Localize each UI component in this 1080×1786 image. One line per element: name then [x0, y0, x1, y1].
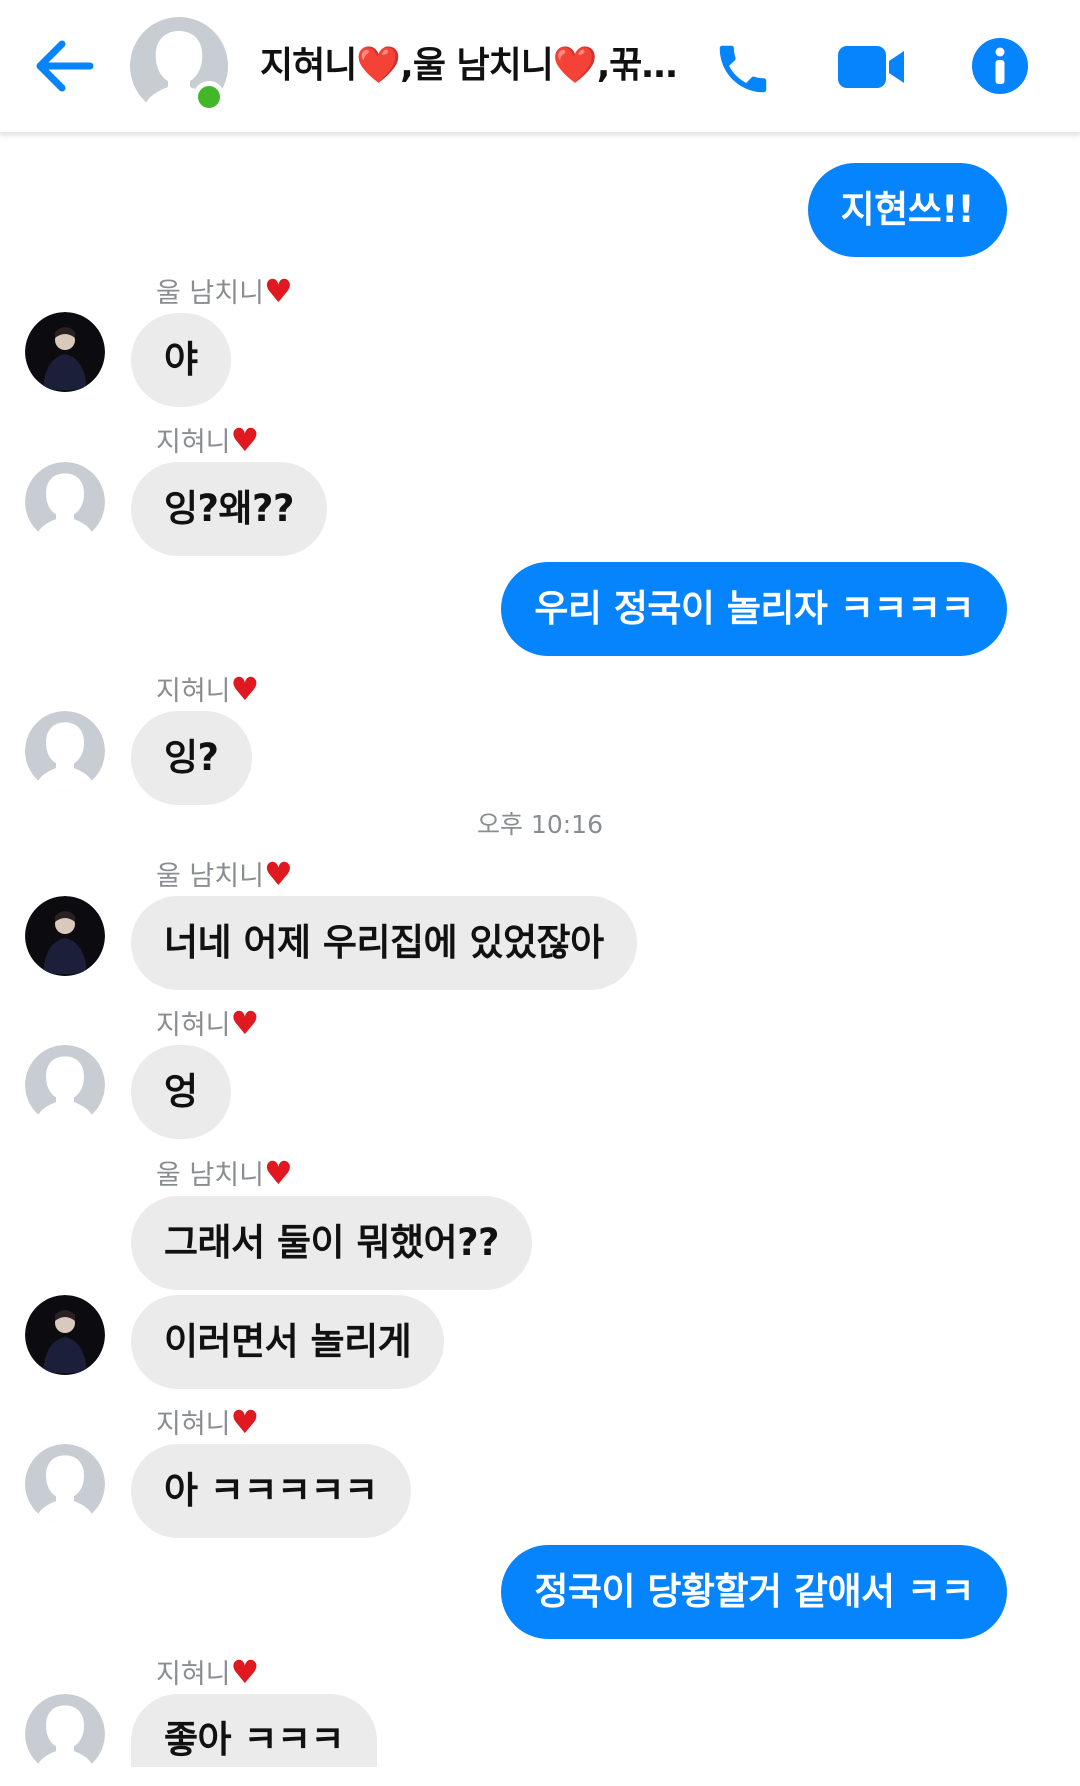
member-avatar[interactable] [25, 1045, 105, 1125]
member-photo-avatar-icon [25, 1295, 105, 1375]
incoming-message[interactable]: 너네 어제 우리집에 있었잖아 [131, 896, 637, 990]
heart-emoji-icon: ♥ [263, 1154, 293, 1192]
incoming-message[interactable]: 그래서 둘이 뭐했어?? [131, 1196, 533, 1290]
heart-emoji-icon: ♥ [263, 855, 293, 893]
member-avatar[interactable] [25, 1295, 105, 1375]
conversation-header: 지혀니❤️,울 남치니❤️,꾺… [0, 0, 1080, 133]
outgoing-message[interactable]: 우리 정국이 놀리자 ㅋㅋㅋㅋ [501, 562, 1007, 656]
chat-title[interactable]: 지혀니❤️,울 남치니❤️,꾺… [260, 40, 680, 92]
sender-name-text: 지혀니 [156, 1659, 231, 1690]
outgoing-message[interactable]: 정국이 당황할거 같애서 ㅋㅋ [501, 1545, 1007, 1639]
member-avatar[interactable] [25, 462, 105, 542]
default-avatar-icon [25, 1694, 105, 1774]
heart-emoji-icon: ♥ [230, 670, 260, 708]
heart-emoji-icon: ♥ [230, 421, 260, 459]
video-call-button[interactable] [836, 44, 906, 90]
outgoing-message[interactable]: 지현쓰!! [807, 163, 1007, 257]
member-avatar[interactable] [25, 896, 105, 976]
sender-name-text: 지혀니 [156, 1409, 231, 1440]
incoming-message[interactable]: 아 ㅋㅋㅋㅋㅋ [131, 1444, 411, 1538]
sender-name-text: 지혀니 [156, 676, 231, 707]
message-timestamp: 오후 10:16 [477, 810, 603, 839]
default-avatar-icon [25, 1444, 105, 1524]
phone-icon [719, 45, 767, 93]
back-arrow-icon [36, 40, 94, 92]
sender-name: 울 남치니♥ [156, 857, 293, 894]
member-photo-avatar-icon [25, 896, 105, 976]
default-avatar-icon [25, 1045, 105, 1125]
heart-emoji-icon: ♥ [230, 1004, 260, 1042]
sender-name: 지혀니♥ [156, 1655, 259, 1692]
sender-name-text: 울 남치니 [156, 278, 264, 309]
sender-name-text: 지혀니 [156, 1010, 231, 1041]
sender-name: 지혀니♥ [156, 672, 259, 709]
heart-emoji-icon: ♥ [230, 1653, 260, 1691]
voice-call-button[interactable] [712, 38, 774, 100]
default-avatar-icon [25, 711, 105, 791]
incoming-message[interactable]: 좋아 ㅋㅋㅋ [131, 1694, 378, 1767]
video-camera-icon [838, 46, 904, 88]
member-avatar[interactable] [25, 1694, 105, 1774]
sender-name: 지혀니♥ [156, 1405, 259, 1442]
conversation-info-button[interactable] [970, 36, 1030, 96]
member-avatar[interactable] [25, 312, 105, 392]
incoming-message[interactable]: 이러면서 놀리게 [131, 1295, 445, 1389]
sender-name: 울 남치니♥ [156, 274, 293, 311]
heart-emoji-icon: ♥ [230, 1403, 260, 1441]
incoming-message[interactable]: 야 [131, 313, 231, 407]
online-status-indicator [193, 81, 225, 113]
incoming-message[interactable]: 잉? [131, 711, 252, 805]
sender-name-text: 울 남치니 [156, 861, 264, 892]
sender-name-text: 울 남치니 [156, 1160, 264, 1191]
sender-name: 울 남치니♥ [156, 1156, 293, 1193]
heart-emoji-icon: ♥ [263, 272, 293, 310]
incoming-message[interactable]: 엉 [131, 1045, 231, 1139]
sender-name-text: 지혀니 [156, 427, 231, 458]
sender-name: 지혀니♥ [156, 423, 259, 460]
member-photo-avatar-icon [25, 312, 105, 392]
info-icon [972, 38, 1028, 94]
member-avatar[interactable] [25, 1444, 105, 1524]
member-avatar[interactable] [25, 711, 105, 791]
sender-name: 지혀니♥ [156, 1006, 259, 1043]
default-avatar-icon [25, 462, 105, 542]
incoming-message[interactable]: 잉?왜?? [131, 462, 327, 556]
back-button[interactable] [32, 36, 96, 96]
